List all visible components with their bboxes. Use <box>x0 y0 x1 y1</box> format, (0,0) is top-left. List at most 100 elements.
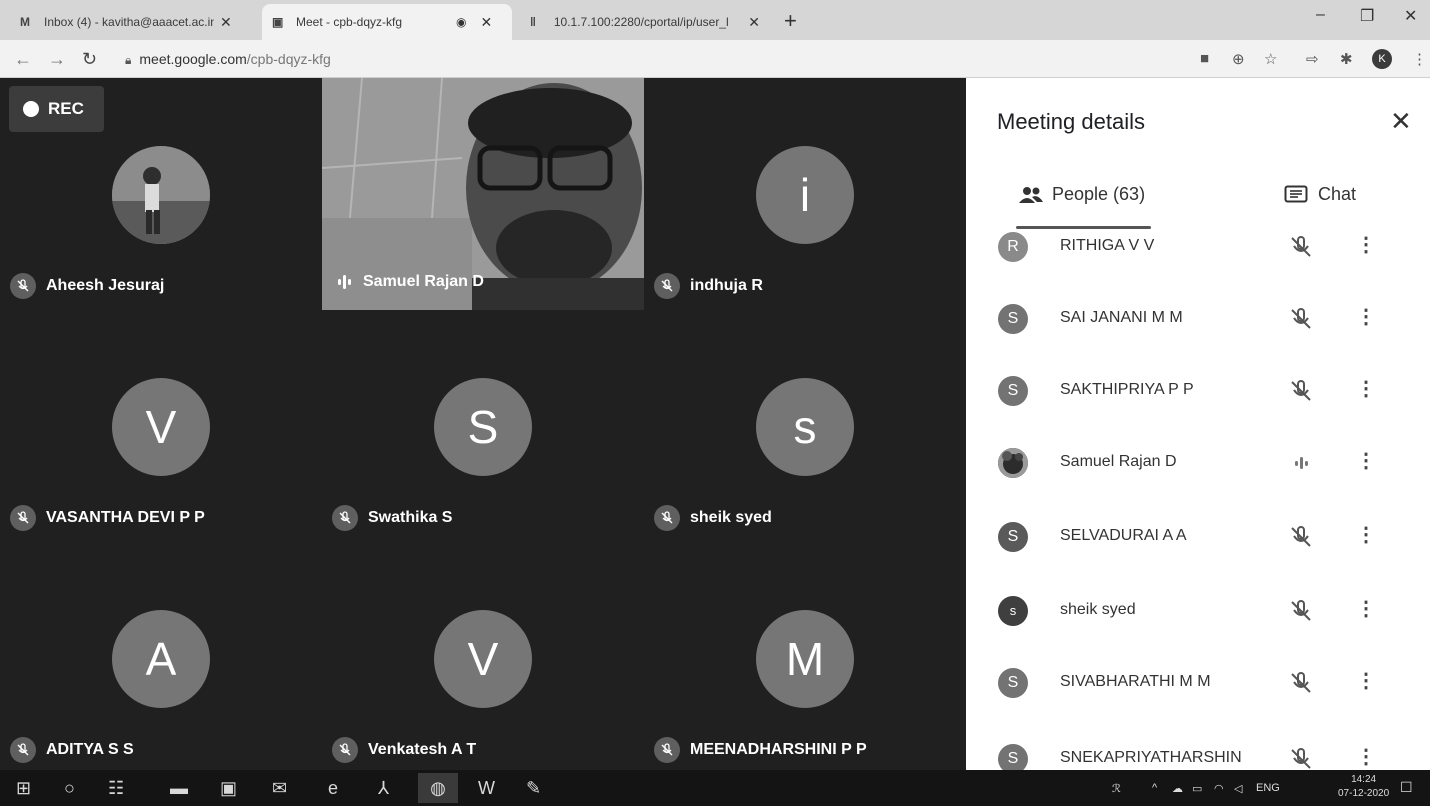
language-indicator[interactable]: ENG <box>1256 782 1280 794</box>
tab-label: Meet - cpb-dqyz-kfg <box>296 15 403 29</box>
participant-name: SAI JANANI M M <box>1060 309 1183 326</box>
tab-meet[interactable]: ▣ Meet - cpb-dqyz-kfg ◉ ✕ <box>262 4 512 40</box>
paint-icon[interactable]: ✎ <box>526 778 541 799</box>
extension-icon[interactable]: ⇨ <box>1306 50 1319 68</box>
chrome-icon[interactable]: ◍ <box>418 773 458 803</box>
active-tab-indicator <box>1016 226 1151 229</box>
camera-icon[interactable]: ■ <box>1200 50 1209 67</box>
window-close-icon[interactable]: ✕ <box>1404 6 1417 26</box>
participant-tile[interactable]: Aheesh Jesuraj <box>0 78 322 310</box>
task-view-icon[interactable]: ☷ <box>108 778 124 799</box>
participant-tile[interactable]: M MEENADHARSHINI P P <box>644 542 966 774</box>
url-field[interactable]: 🔒︎ meet.google.com/cpb-dqyz-kfg <box>125 51 331 68</box>
participant-name: Aheesh Jesuraj <box>10 273 164 299</box>
avatar: S <box>998 744 1028 770</box>
participant-tile[interactable]: A ADITYA S S <box>0 542 322 774</box>
participant-name-text: Venkatesh A T <box>368 741 477 758</box>
participant-name-text: sheik syed <box>690 509 772 526</box>
close-icon[interactable]: ✕ <box>220 14 232 31</box>
people-tray-icon[interactable]: ℛ <box>1112 782 1121 795</box>
mic-off-icon <box>654 273 680 299</box>
minimize-icon[interactable]: – <box>1316 6 1325 24</box>
mic-off-icon <box>1291 672 1311 693</box>
more-options-icon[interactable]: ⋮ <box>1356 744 1376 769</box>
mic-off-icon <box>10 505 36 531</box>
battery-icon[interactable]: ▭ <box>1192 782 1202 795</box>
windows-start-icon[interactable]: ⊞ <box>16 778 31 799</box>
close-icon[interactable]: ✕ <box>480 14 492 31</box>
chat-icon <box>1284 185 1308 202</box>
tab-portal[interactable]: ‖ 10.1.7.100:2280/cportal/ip/user_l ✕ <box>520 4 770 40</box>
zoom-icon[interactable]: ⊕ <box>1232 50 1245 68</box>
list-item[interactable]: S SELVADURAI A A ⋮ <box>966 522 1430 594</box>
more-options-icon[interactable]: ⋮ <box>1356 668 1376 693</box>
list-item[interactable]: R RITHIGA V V ⋮ <box>966 232 1430 304</box>
participant-name: Samuel Rajan D <box>332 273 484 291</box>
mic-off-icon <box>654 505 680 531</box>
avatar <box>112 146 210 244</box>
puzzle-icon[interactable]: ✱ <box>1340 50 1353 68</box>
tab-chat[interactable]: Chat <box>1284 184 1356 205</box>
mic-off-icon <box>1291 600 1311 621</box>
avatar: R <box>998 232 1028 262</box>
close-icon[interactable]: ✕ <box>1390 106 1412 137</box>
participant-name: Samuel Rajan D <box>1060 453 1177 470</box>
participant-tile[interactable]: V Venkatesh A T <box>322 542 644 774</box>
participant-name-text: ADITYA S S <box>46 741 134 758</box>
edge-icon[interactable]: e <box>328 778 338 799</box>
list-item[interactable]: s sheik syed ⋮ <box>966 596 1430 668</box>
participant-tile-active-speaker[interactable]: Samuel Rajan D <box>322 78 644 310</box>
new-tab-button[interactable]: + <box>784 8 797 34</box>
list-item[interactable]: Samuel Rajan D ⋮ <box>966 448 1430 520</box>
mail-icon[interactable]: ✉ <box>272 778 287 799</box>
star-icon[interactable]: ☆ <box>1264 50 1277 68</box>
more-options-icon[interactable]: ⋮ <box>1356 232 1376 257</box>
clock[interactable]: 14:24 07-12-2020 <box>1338 773 1389 801</box>
reload-icon[interactable]: ↻ <box>82 49 97 70</box>
onedrive-icon[interactable]: ☁ <box>1172 782 1183 795</box>
participant-tile[interactable]: i indhuja R <box>644 78 966 310</box>
more-options-icon[interactable]: ⋮ <box>1356 522 1376 547</box>
profile-avatar[interactable]: K <box>1372 49 1392 69</box>
participant-tile[interactable]: V VASANTHA DEVI P P <box>0 310 322 542</box>
close-icon[interactable]: ✕ <box>748 14 760 31</box>
wifi-icon[interactable]: ◠ <box>1214 782 1224 795</box>
file-explorer-icon[interactable]: ▬ <box>170 778 188 799</box>
tab-gmail[interactable]: M Inbox (4) - kavitha@aaacet.ac.in ✕ <box>10 4 260 40</box>
participant-name: SELVADURAI A A <box>1060 527 1187 544</box>
tab-people[interactable]: People (63) <box>1018 184 1145 205</box>
address-bar: ← → ↻ 🔒︎ meet.google.com/cpb-dqyz-kfg ■ ⊕… <box>0 40 1430 78</box>
avatar: V <box>434 610 532 708</box>
tab-people-label: People (63) <box>1052 184 1146 204</box>
mic-off-icon <box>1291 236 1311 257</box>
more-options-icon[interactable]: ⋮ <box>1356 596 1376 621</box>
speaking-indicator-icon <box>338 275 351 289</box>
back-icon[interactable]: ← <box>14 49 32 70</box>
gmail-icon: M <box>20 15 30 29</box>
forward-icon[interactable]: → <box>48 49 66 70</box>
more-options-icon[interactable]: ⋮ <box>1356 376 1376 401</box>
menu-icon[interactable]: ⋮ <box>1412 50 1427 68</box>
meet-icon: ▣ <box>272 15 284 29</box>
mic-off-icon <box>1291 380 1311 401</box>
search-icon[interactable]: ○ <box>64 778 75 799</box>
acrobat-icon[interactable]: ⅄ <box>378 778 389 799</box>
more-options-icon[interactable]: ⋮ <box>1356 448 1376 473</box>
volume-icon[interactable]: ◁ <box>1234 782 1242 795</box>
more-options-icon[interactable]: ⋮ <box>1356 304 1376 329</box>
restore-icon[interactable]: ❐ <box>1360 6 1374 26</box>
participant-name: SNEKAPRIYATHARSHIN <box>1060 749 1242 766</box>
list-item[interactable]: S SNEKAPRIYATHARSHIN ⋮ <box>966 744 1430 770</box>
word-icon[interactable]: W <box>478 778 495 799</box>
participant-tile[interactable]: S Swathika S <box>322 310 644 542</box>
list-item[interactable]: S SAKTHIPRIYA P P ⋮ <box>966 376 1430 448</box>
list-item[interactable]: S SIVABHARATHI M M ⋮ <box>966 668 1430 740</box>
list-item[interactable]: S SAI JANANI M M ⋮ <box>966 304 1430 376</box>
participant-name-text: indhuja R <box>690 277 763 294</box>
os-taskbar: ⊞ ○ ☷ ▬ ▣ ✉ e ⅄ ◍ W ✎ ℛ ^ ☁ ▭ ◠ ◁ ENG 14… <box>0 770 1430 806</box>
chevron-up-icon[interactable]: ^ <box>1152 782 1157 794</box>
participant-tile[interactable]: s sheik syed <box>644 310 966 542</box>
store-icon[interactable]: ▣ <box>220 778 237 799</box>
notification-icon[interactable]: ☐ <box>1400 779 1413 796</box>
participant-name-text: VASANTHA DEVI P P <box>46 509 205 526</box>
